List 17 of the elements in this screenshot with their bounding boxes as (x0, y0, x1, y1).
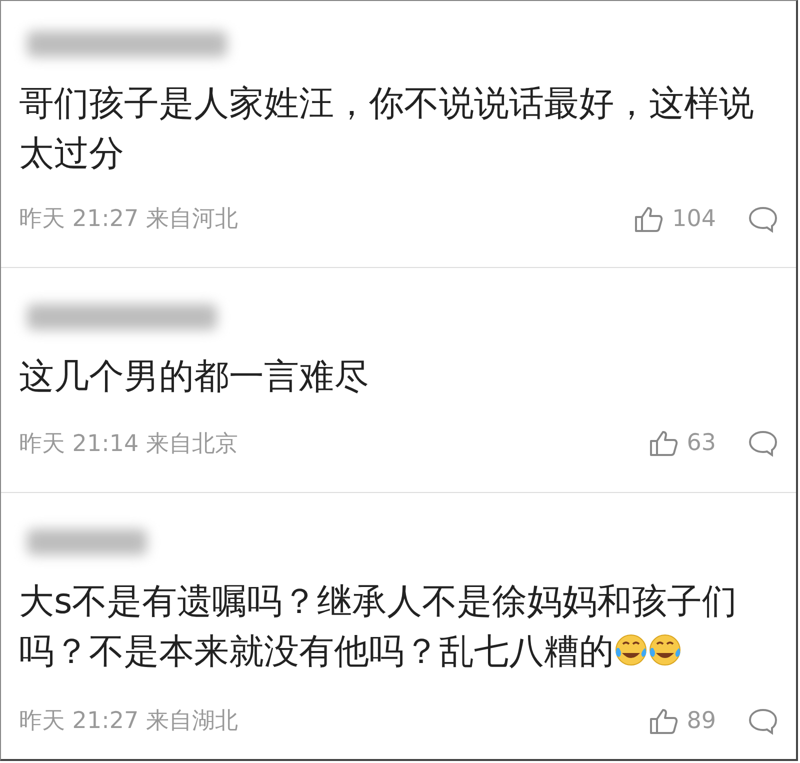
laughing-emoji-icon (614, 633, 648, 668)
comment-time: 昨天 21:27 来自河北 (19, 205, 239, 234)
comment-icon[interactable] (748, 706, 778, 735)
like-count: 104 (672, 206, 716, 232)
comment-time: 昨天 21:27 来自湖北 (19, 707, 239, 736)
like-count: 63 (686, 430, 716, 456)
comment-icon[interactable] (748, 204, 778, 232)
thumbs-up-icon[interactable] (648, 429, 679, 458)
thumbs-up-icon[interactable] (648, 706, 679, 735)
comment-icon[interactable] (748, 429, 778, 458)
comment-text: 大s不是有遗嘱吗？继承人不是徐妈妈和孩子们吗？不是本来就没有他吗？乱七八糟的 (19, 581, 738, 674)
like-count: 89 (686, 708, 716, 734)
laughing-emoji-icon (648, 633, 682, 668)
comment-time: 昨天 21:14 来自北京 (19, 430, 239, 459)
thumbs-up-icon[interactable] (634, 204, 664, 232)
comment-text: 哥们孩子是人家姓汪，你不说说话最好，这样说太过分 (19, 83, 755, 176)
comment-text: 这几个男的都一言难尽 (19, 356, 370, 399)
